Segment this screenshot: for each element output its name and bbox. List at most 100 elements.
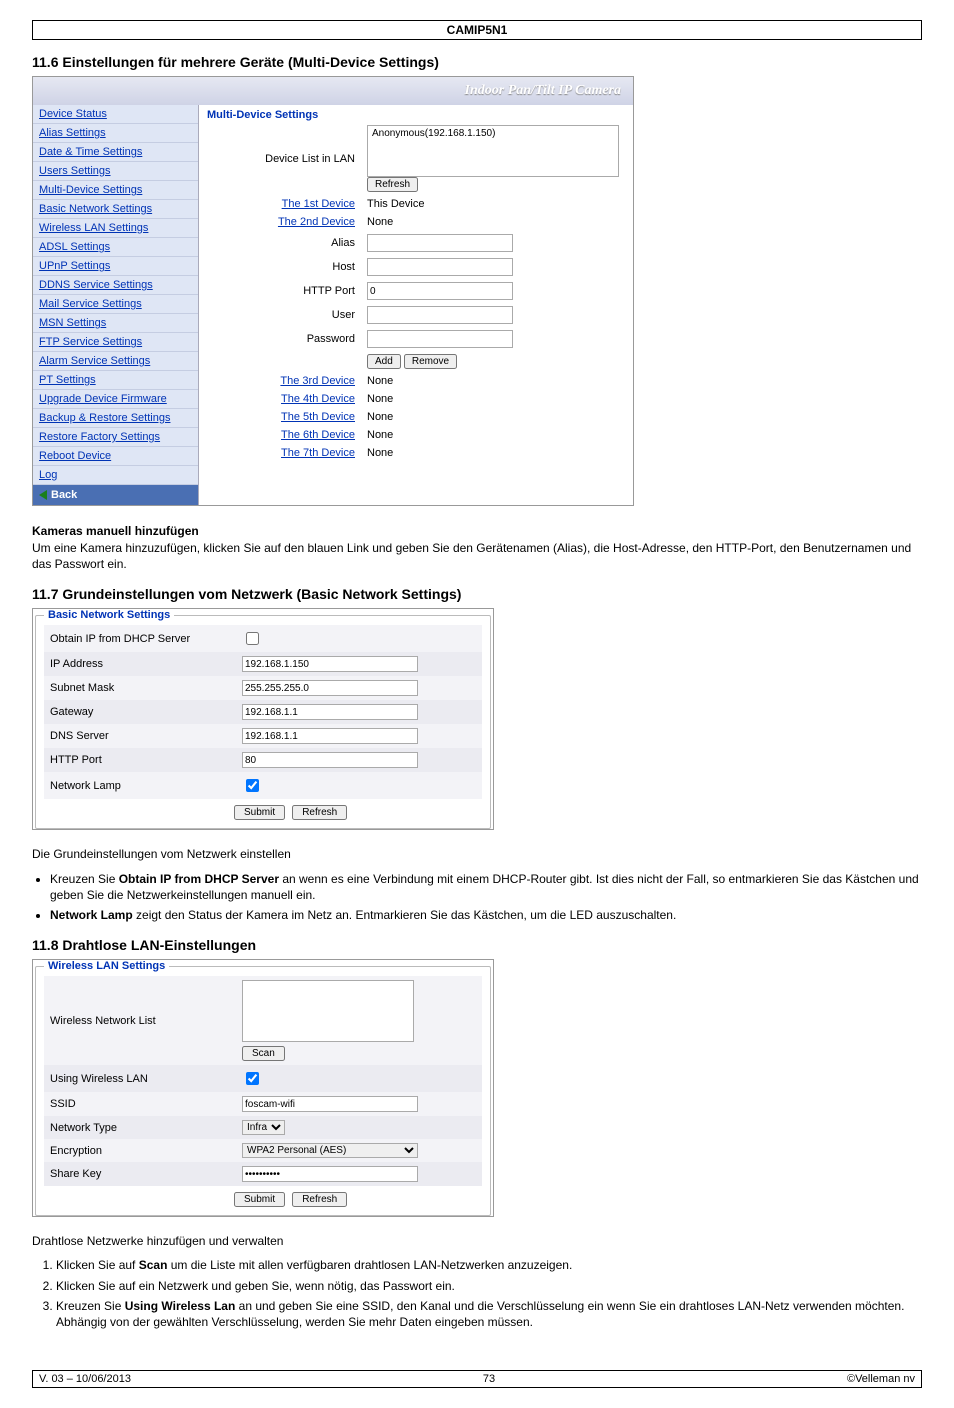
- netlist-label: Wireless Network List: [44, 976, 236, 1065]
- sidebar-item-reboot[interactable]: Reboot Device: [33, 447, 198, 466]
- arrow-back-icon: [39, 490, 47, 500]
- dev7-val: None: [363, 445, 623, 461]
- gw-input[interactable]: [242, 704, 418, 720]
- basic-network-screenshot: Basic Network Settings Obtain IP from DH…: [32, 608, 494, 830]
- bns-refresh-button[interactable]: Refresh: [292, 805, 347, 820]
- dev2-link[interactable]: The 2nd Device: [278, 216, 355, 228]
- bns-intro: Die Grundeinstellungen vom Netzwerk eins…: [32, 846, 922, 862]
- refresh-button[interactable]: Refresh: [367, 177, 418, 192]
- bns-legend: Basic Network Settings: [44, 609, 174, 621]
- cameras-add-text: Um eine Kamera hinzuzufügen, klicken Sie…: [32, 540, 922, 572]
- wls-intro: Drahtlose Netzwerke hinzufügen und verwa…: [32, 1233, 922, 1249]
- wls-submit-button[interactable]: Submit: [234, 1192, 285, 1207]
- enc-label: Encryption: [44, 1139, 236, 1162]
- network-list-box[interactable]: [242, 980, 414, 1042]
- add-button[interactable]: Add: [367, 354, 401, 369]
- sidebar-item-ddns[interactable]: DDNS Service Settings: [33, 276, 198, 295]
- http-label: HTTP Port: [44, 748, 236, 772]
- sidebar-item-log[interactable]: Log: [33, 466, 198, 485]
- dev3-link[interactable]: The 3rd Device: [280, 375, 355, 387]
- side-menu: Device Status Alias Settings Date & Time…: [33, 105, 199, 505]
- password-label: Password: [209, 328, 361, 350]
- wls-refresh-button[interactable]: Refresh: [292, 1192, 347, 1207]
- use-wlan-checkbox[interactable]: [246, 1072, 259, 1085]
- dev4-link[interactable]: The 4th Device: [281, 393, 355, 405]
- footer-left: V. 03 – 10/06/2013: [39, 1373, 131, 1385]
- http-input[interactable]: [242, 752, 418, 768]
- sidebar-item-ftp[interactable]: FTP Service Settings: [33, 333, 198, 352]
- enc-select[interactable]: WPA2 Personal (AES): [242, 1143, 418, 1158]
- dev5-val: None: [363, 409, 623, 425]
- dev1-val: This Device: [363, 196, 623, 212]
- wls-step-2: Klicken Sie auf ein Netzwerk und geben S…: [56, 1278, 922, 1294]
- alias-label: Alias: [209, 232, 361, 254]
- user-label: User: [209, 304, 361, 326]
- footer-right: ©Velleman nv: [847, 1373, 915, 1385]
- wls-step-1: Klicken Sie auf Scan um die Liste mit al…: [56, 1257, 922, 1273]
- scan-button[interactable]: Scan: [242, 1046, 285, 1061]
- sidebar-item-alarm[interactable]: Alarm Service Settings: [33, 352, 198, 371]
- multi-device-screenshot: Indoor Pan/Tilt IP Camera Device Status …: [32, 76, 634, 506]
- bns-bullet-2: Network Lamp zeigt den Status der Kamera…: [50, 907, 922, 923]
- key-label: Share Key: [44, 1162, 236, 1186]
- mask-input[interactable]: [242, 680, 418, 696]
- dev6-val: None: [363, 427, 623, 443]
- dev6-link[interactable]: The 6th Device: [281, 429, 355, 441]
- dev7-link[interactable]: The 7th Device: [281, 447, 355, 459]
- sidebar-item-users[interactable]: Users Settings: [33, 162, 198, 181]
- section-11-6-title: 11.6 Einstellungen für mehrere Geräte (M…: [32, 54, 922, 70]
- bns-submit-button[interactable]: Submit: [234, 805, 285, 820]
- dns-input[interactable]: [242, 728, 418, 744]
- ip-label: IP Address: [44, 652, 236, 676]
- section-11-7-title: 11.7 Grundeinstellungen vom Netzwerk (Ba…: [32, 586, 922, 602]
- dns-label: DNS Server: [44, 724, 236, 748]
- sidebar-item-pt[interactable]: PT Settings: [33, 371, 198, 390]
- sidebar-item-multi-device[interactable]: Multi-Device Settings: [33, 181, 198, 200]
- sidebar-back[interactable]: Back: [33, 485, 198, 505]
- page-header: CAMIP5N1: [32, 20, 922, 40]
- dev3-val: None: [363, 373, 623, 389]
- host-input[interactable]: [367, 258, 513, 276]
- sidebar-item-restore-factory[interactable]: Restore Factory Settings: [33, 428, 198, 447]
- dev5-link[interactable]: The 5th Device: [281, 411, 355, 423]
- ssid-input[interactable]: [242, 1096, 418, 1112]
- sidebar-item-wireless-lan[interactable]: Wireless LAN Settings: [33, 219, 198, 238]
- sidebar-item-alias-settings[interactable]: Alias Settings: [33, 124, 198, 143]
- dhcp-checkbox[interactable]: [246, 632, 259, 645]
- gw-label: Gateway: [44, 700, 236, 724]
- ip-input[interactable]: [242, 656, 418, 672]
- cameras-add-heading: Kameras manuell hinzufügen: [32, 524, 922, 538]
- mask-label: Subnet Mask: [44, 676, 236, 700]
- http-port-label: HTTP Port: [209, 280, 361, 302]
- device-list-label: Device List in LAN: [209, 123, 361, 194]
- ntype-label: Network Type: [44, 1116, 236, 1139]
- lamp-checkbox[interactable]: [246, 779, 259, 792]
- sidebar-item-backup[interactable]: Backup & Restore Settings: [33, 409, 198, 428]
- http-port-input[interactable]: [367, 282, 513, 300]
- page-footer: V. 03 – 10/06/2013 73 ©Velleman nv: [32, 1370, 922, 1388]
- dev4-val: None: [363, 391, 623, 407]
- remove-button[interactable]: Remove: [404, 354, 457, 369]
- dev1-link[interactable]: The 1st Device: [282, 198, 355, 210]
- user-input[interactable]: [367, 306, 513, 324]
- sidebar-item-basic-network[interactable]: Basic Network Settings: [33, 200, 198, 219]
- banner-title: Indoor Pan/Tilt IP Camera: [33, 77, 633, 105]
- wls-step-3: Kreuzen Sie Using Wireless Lan an und ge…: [56, 1298, 922, 1330]
- use-wlan-label: Using Wireless LAN: [44, 1065, 236, 1092]
- sidebar-item-mail[interactable]: Mail Service Settings: [33, 295, 198, 314]
- alias-input[interactable]: [367, 234, 513, 252]
- host-label: Host: [209, 256, 361, 278]
- dev2-val: None: [363, 214, 623, 230]
- ntype-select[interactable]: Infra: [242, 1120, 285, 1135]
- section-11-8-title: 11.8 Drahtlose LAN-Einstellungen: [32, 937, 922, 953]
- sidebar-item-adsl[interactable]: ADSL Settings: [33, 238, 198, 257]
- sidebar-item-device-status[interactable]: Device Status: [33, 105, 198, 124]
- sidebar-item-msn[interactable]: MSN Settings: [33, 314, 198, 333]
- sidebar-item-upnp[interactable]: UPnP Settings: [33, 257, 198, 276]
- device-list-box[interactable]: Anonymous(192.168.1.150): [367, 125, 619, 177]
- password-input[interactable]: [367, 330, 513, 348]
- sidebar-item-date-time[interactable]: Date & Time Settings: [33, 143, 198, 162]
- wls-legend: Wireless LAN Settings: [44, 960, 169, 972]
- sidebar-item-upgrade[interactable]: Upgrade Device Firmware: [33, 390, 198, 409]
- key-input[interactable]: [242, 1166, 418, 1182]
